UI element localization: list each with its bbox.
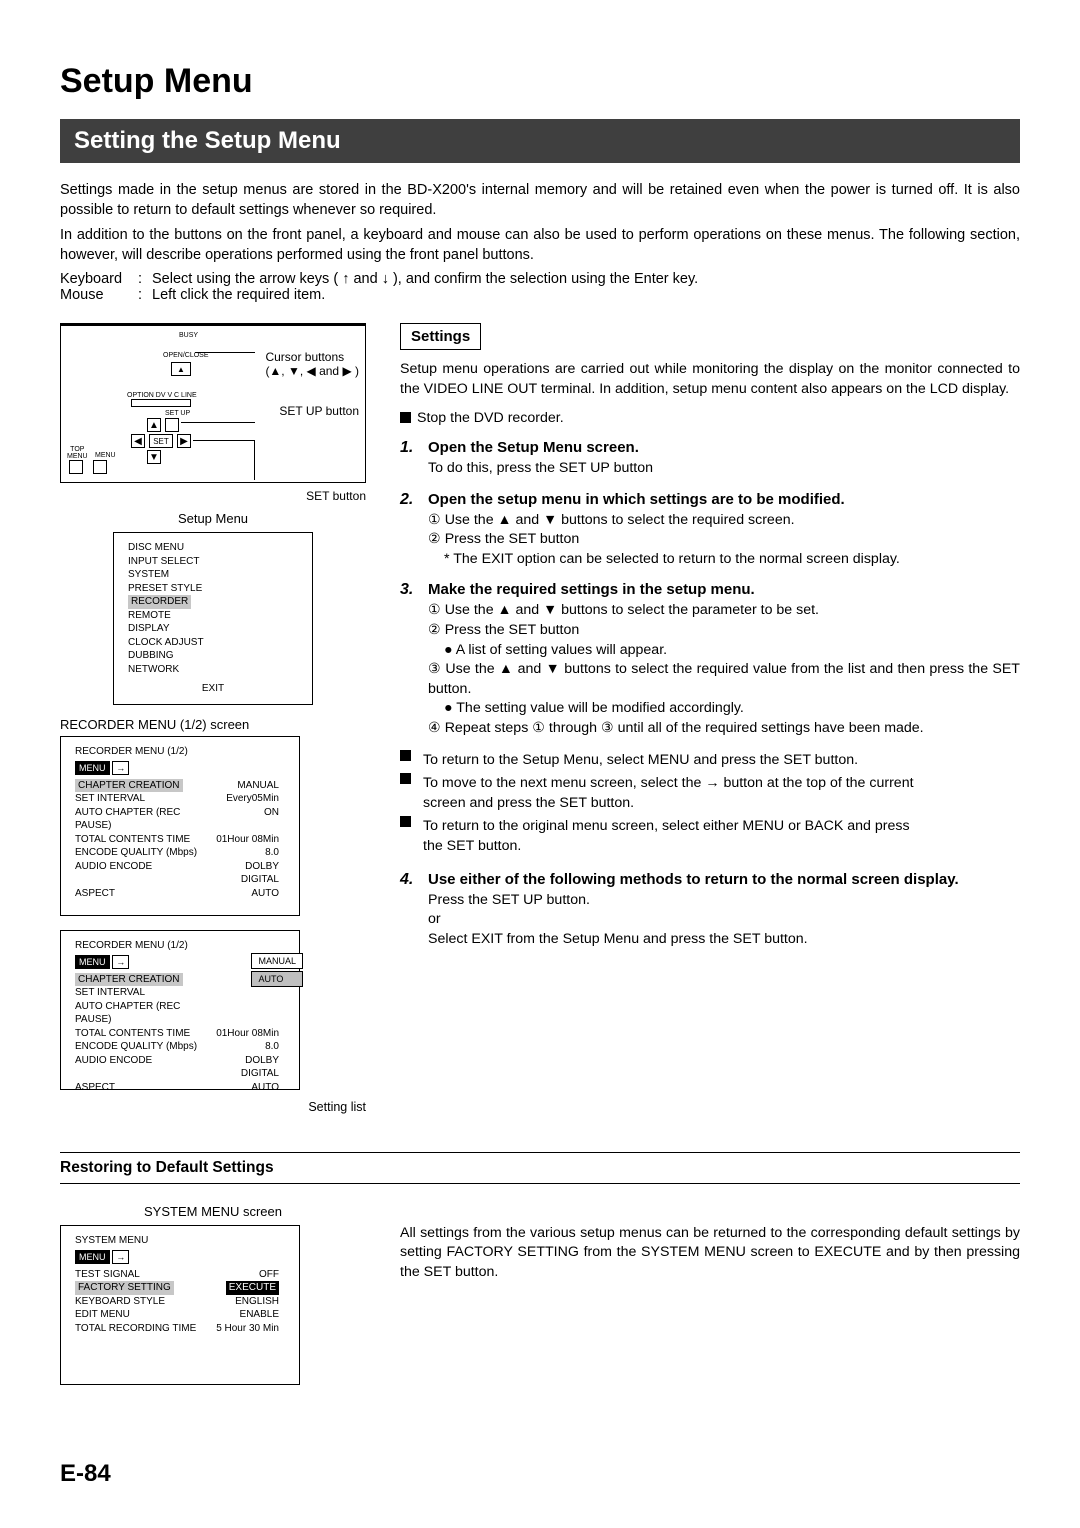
- cursor-label: Cursor buttons (▲, ▼, ◀ and ▶ ): [265, 350, 359, 378]
- set-btn-icon: SET: [149, 434, 173, 448]
- step-4-body: Press the SET UP button. or Select EXIT …: [428, 891, 1020, 950]
- square-bullet-icon: [400, 750, 411, 761]
- topmenu-label: TOP MENU: [67, 446, 88, 460]
- rec-caption: RECORDER MENU (1/2) screen: [60, 717, 366, 732]
- openclose-label: OPEN/CLOSE: [163, 352, 209, 359]
- left-btn-icon: ◀: [131, 434, 145, 448]
- step-1: 1.Open the Setup Menu screen.: [400, 439, 1020, 457]
- square-bullet-icon: [400, 412, 411, 423]
- setup-menu-caption: Setup Menu: [60, 511, 366, 526]
- eject-icon: ▲: [171, 362, 191, 376]
- square-bullets: To return to the Setup Menu, select MENU…: [400, 751, 1020, 857]
- page-title: Setup Menu: [60, 62, 1020, 101]
- setup-label: SET UP button: [279, 404, 359, 418]
- ms-label: Mouse: [60, 287, 138, 303]
- settings-heading: Settings: [400, 323, 481, 350]
- intro-2: In addition to the buttons on the front …: [60, 226, 1020, 265]
- stop-dvd: Stop the DVD recorder.: [400, 409, 1020, 429]
- sys-caption: SYSTEM MENU screen: [60, 1204, 366, 1219]
- step-2-body: ① Use the ▲ and ▼ buttons to select the …: [428, 511, 1020, 570]
- step-3-body: ① Use the ▲ and ▼ buttons to select the …: [428, 601, 1020, 738]
- ms-text: Left click the required item.: [152, 287, 325, 303]
- blank-btn-icon: [165, 418, 179, 432]
- rec-menu-2: RECORDER MENU (1/2)MENU →CHAPTER CREATIO…: [60, 930, 300, 1090]
- restoring-para: All settings from the various setup menu…: [400, 1224, 1020, 1283]
- restoring-heading: Restoring to Default Settings: [60, 1152, 1020, 1184]
- sm1: [69, 460, 83, 474]
- square-bullet-icon: [400, 816, 411, 827]
- square-bullet-icon: [400, 773, 411, 784]
- mouse-line: Mouse : Left click the required item.: [60, 287, 1020, 303]
- right-btn-icon: ▶: [177, 434, 191, 448]
- device-diagram: BUSY OPEN/CLOSE ▲ OPTION DV V C LINE SET…: [60, 323, 366, 483]
- option-line: OPTION DV V C LINE: [127, 392, 197, 399]
- down-btn-icon: ▼: [147, 450, 161, 464]
- intro-1: Settings made in the setup menus are sto…: [60, 181, 1020, 220]
- keyboard-line: Keyboard : Select using the arrow keys (…: [60, 271, 1020, 287]
- menu-label-d: MENU: [95, 452, 116, 459]
- rec-menu-1: RECORDER MENU (1/2)MENU →CHAPTER CREATIO…: [60, 736, 300, 916]
- step-1-body: To do this, press the SET UP button: [428, 459, 1020, 479]
- kb-label: Keyboard: [60, 271, 138, 287]
- sys-menu: SYSTEM MENUMENU →TEST SIGNALOFFFACTORY S…: [60, 1225, 300, 1385]
- setup-txt: SET UP: [165, 410, 190, 417]
- setup-menu-box: DISC MENUINPUT SELECTSYSTEMPRESET STYLER…: [113, 532, 313, 705]
- step-4: 4.Use either of the following methods to…: [400, 871, 1020, 889]
- busy-label: BUSY: [179, 332, 198, 339]
- step-3: 3.Make the required settings in the setu…: [400, 581, 1020, 599]
- section-bar: Setting the Setup Menu: [60, 119, 1020, 163]
- settings-para: Setup menu operations are carried out wh…: [400, 360, 1020, 399]
- set-label: SET button: [60, 489, 366, 503]
- step-2: 2.Open the setup menu in which settings …: [400, 491, 1020, 509]
- page-number: E-84: [60, 1460, 111, 1488]
- slot: [131, 399, 191, 407]
- setting-list-caption: Setting list: [60, 1100, 366, 1114]
- kb-text: Select using the arrow keys ( ↑ and ↓ ),…: [152, 271, 698, 287]
- sm2: [93, 460, 107, 474]
- up-btn-icon: ▲: [147, 418, 161, 432]
